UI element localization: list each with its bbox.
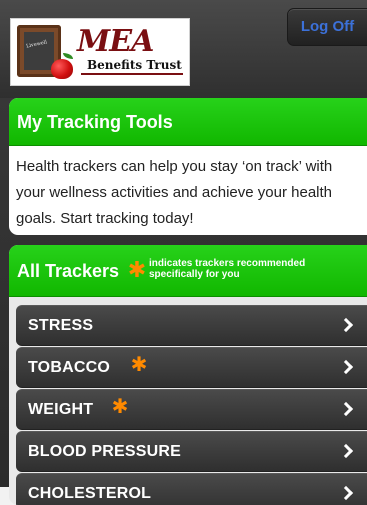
tracker-item-tobacco[interactable]: TOBACCO ✱ bbox=[16, 347, 367, 388]
tracking-tools-description: Health trackers can help you stay ‘on tr… bbox=[16, 158, 333, 227]
tracker-item-stress[interactable]: STRESS bbox=[16, 305, 367, 346]
chevron-right-icon bbox=[338, 317, 354, 333]
tracker-list: STRESS TOBACCO ✱ WEIGHT ✱ BLOOD PRESSURE… bbox=[16, 305, 367, 505]
all-trackers-header: All Trackers ✱ indicates trackers recomm… bbox=[9, 245, 367, 297]
all-trackers-card: All Trackers ✱ indicates trackers recomm… bbox=[9, 245, 367, 505]
logo-subbrand-text: Benefits Trust bbox=[87, 58, 182, 72]
recommended-star-icon: ✱ bbox=[111, 396, 129, 418]
tracker-item-cholesterol[interactable]: CHOLESTEROL bbox=[16, 473, 367, 505]
log-off-button[interactable]: Log Off bbox=[287, 8, 367, 46]
tracker-label: WEIGHT bbox=[28, 401, 94, 418]
star-icon: ✱ bbox=[127, 257, 147, 282]
tracker-label: BLOOD PRESSURE bbox=[28, 443, 182, 460]
recommended-legend: indicates trackers recommended specifica… bbox=[149, 258, 306, 280]
chevron-right-icon bbox=[338, 443, 354, 459]
apple-icon bbox=[51, 59, 73, 79]
chevron-right-icon bbox=[338, 401, 354, 417]
leaf-icon bbox=[63, 53, 73, 59]
chevron-right-icon bbox=[338, 485, 354, 501]
brand-logo[interactable]: Livewell MEA Benefits Trust bbox=[10, 18, 190, 86]
app-screen: Livewell MEA Benefits Trust Log Off My T… bbox=[0, 0, 367, 505]
tracker-label: TOBACCO bbox=[28, 359, 110, 376]
tracking-tools-header: My Tracking Tools bbox=[9, 98, 367, 146]
all-trackers-title: All Trackers bbox=[17, 261, 120, 281]
tracker-label: STRESS bbox=[28, 317, 94, 334]
tracker-item-weight[interactable]: WEIGHT ✱ bbox=[16, 389, 367, 430]
tracking-tools-card: My Tracking Tools Health trackers can he… bbox=[9, 98, 367, 235]
recommended-star-icon: ✱ bbox=[130, 354, 148, 376]
tracker-item-blood-pressure[interactable]: BLOOD PRESSURE bbox=[16, 431, 367, 472]
logo-brand-text: MEA bbox=[77, 24, 154, 59]
chevron-right-icon bbox=[338, 359, 354, 375]
logo-underline bbox=[81, 73, 183, 75]
tracker-label: CHOLESTEROL bbox=[28, 485, 152, 502]
